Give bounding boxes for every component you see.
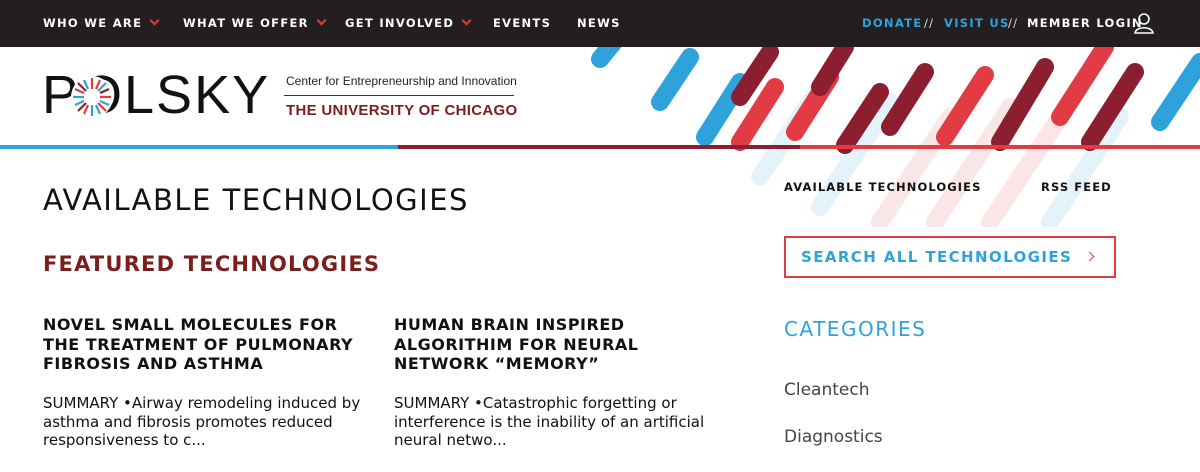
technology-card-summary: SUMMARY •Airway remodeling induced by as… [43,394,361,449]
category-item-cleantech[interactable]: Cleantech [784,380,870,400]
chevron-right-icon [1084,251,1095,262]
nav-news[interactable]: NEWS [577,16,621,30]
nav-events[interactable]: EVENTS [493,16,551,30]
logo-burst-icon [71,76,113,118]
nav-what-we-offer[interactable]: WHAT WE OFFER [183,15,327,30]
member-login-link[interactable]: MEMBER LOGIN [1027,16,1143,30]
search-all-technologies-button[interactable]: SEARCH ALL TECHNOLOGIES [784,236,1116,278]
visit-us-link[interactable]: VISIT US [944,16,1010,30]
logo-divider [284,95,514,96]
sidebar-rss-feed-link[interactable]: RSS FEED [1041,180,1112,194]
nav-separator: // [1008,16,1019,30]
nav-get-involved-label: GET INVOLVED [345,16,455,30]
technology-card-title[interactable]: NOVEL SMALL MOLECULES FOR THE TREATMENT … [43,315,373,374]
chevron-down-icon [461,15,472,26]
categories-heading: CATEGORIES [784,317,927,341]
technology-card-summary: SUMMARY •Catastrophic forgetting or inte… [394,394,705,449]
logo-tagline: Center for Entrepreneurship and Innovati… [286,74,517,88]
featured-heading: FEATURED TECHNOLOGIES [43,252,381,276]
nav-separator: // [924,16,935,30]
top-navigation-bar: WHO WE ARE WHAT WE OFFER GET INVOLVED EV… [0,0,1200,47]
header-band-red [800,145,1200,149]
nav-who-we-are[interactable]: WHO WE ARE [43,15,160,30]
user-icon[interactable] [1133,12,1155,34]
search-button-label: SEARCH ALL TECHNOLOGIES [801,248,1073,266]
header-band-blue [0,145,398,149]
sidebar-available-technologies-link[interactable]: AVAILABLE TECHNOLOGIES [784,180,982,194]
chevron-down-icon [149,15,160,26]
university-name: THE UNIVERSITY OF CHICAGO [286,102,518,119]
header-band-maroon [398,145,800,149]
decorative-stripes [591,47,1200,227]
category-item-diagnostics[interactable]: Diagnostics [784,427,883,447]
technology-card-title[interactable]: HUMAN BRAIN INSPIRED ALGORITHIM FOR NEUR… [394,315,724,374]
chevron-down-icon [316,15,327,26]
donate-link[interactable]: DONATE [862,16,922,30]
nav-who-we-are-label: WHO WE ARE [43,16,143,30]
nav-get-involved[interactable]: GET INVOLVED [345,15,472,30]
page-title: AVAILABLE TECHNOLOGIES [43,183,469,217]
nav-what-we-offer-label: WHAT WE OFFER [183,16,309,30]
